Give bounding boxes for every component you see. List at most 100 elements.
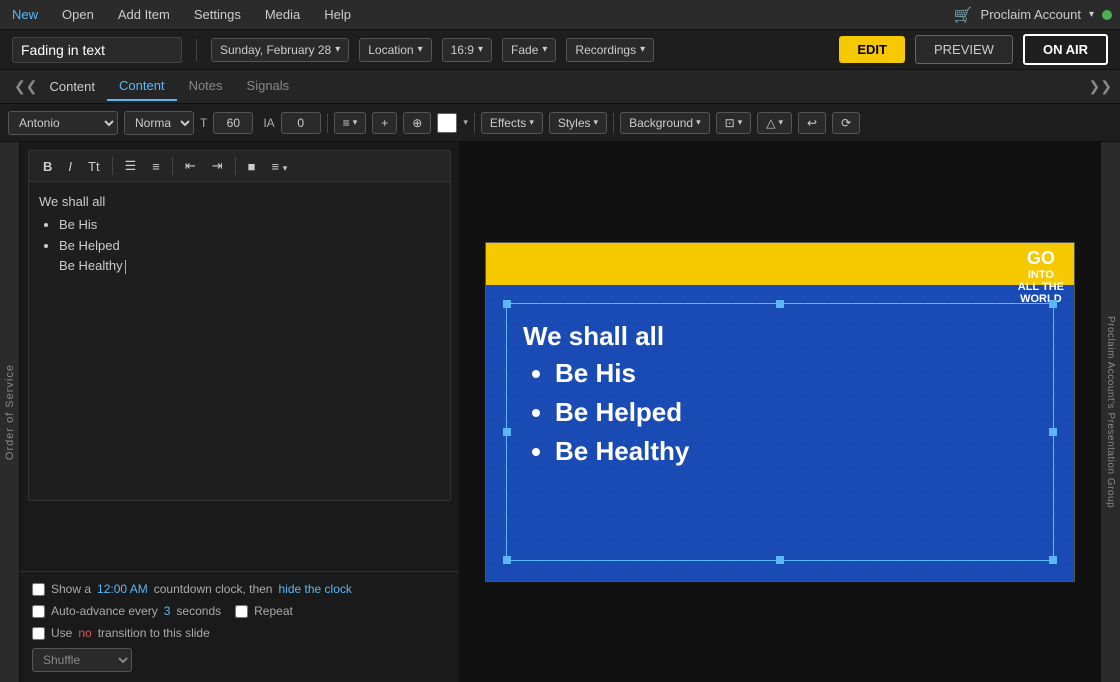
background-button[interactable]: Background ▾ [620, 112, 710, 134]
preview-button[interactable]: PREVIEW [915, 35, 1013, 64]
collapse-left-button[interactable]: ❮❮ [8, 76, 43, 97]
sync-icon: ⟳ [841, 116, 851, 130]
bold-button[interactable]: B [37, 156, 58, 177]
transition-row: Use no transition to this slide [32, 626, 447, 640]
shuffle-select[interactable]: Shuffle [32, 648, 132, 672]
tab-content[interactable]: Content [107, 72, 177, 101]
separator [327, 113, 328, 133]
line-height-input[interactable] [281, 112, 321, 134]
countdown-hide-link[interactable]: hide the clock [278, 582, 351, 596]
countdown-time[interactable]: 12:00 AM [97, 582, 148, 596]
aspect-dropdown[interactable]: 16:9 ▾ [442, 38, 492, 62]
separator2 [172, 157, 173, 175]
sync-button[interactable]: ⟳ [832, 112, 860, 134]
text-align-chevron: ▾ [283, 163, 288, 173]
separator [112, 157, 113, 175]
slide-bullet-2: Be Helped [555, 393, 1037, 432]
date-dropdown[interactable]: Sunday, February 28 ▾ [211, 38, 349, 62]
shape-button[interactable]: △ ▾ [757, 112, 792, 134]
insert-button[interactable]: ⊕ [403, 112, 431, 134]
countdown-checkbox[interactable] [32, 583, 45, 596]
slide-text-box[interactable]: We shall all Be His Be Helped Be Healthy [506, 303, 1054, 561]
menu-help[interactable]: Help [320, 5, 355, 24]
undo-button[interactable]: ↩ [798, 112, 826, 134]
logo-into: INTO [1018, 269, 1064, 281]
highlight-button[interactable]: ■ [242, 156, 262, 177]
location-dropdown[interactable]: Location ▾ [359, 38, 431, 62]
account-label[interactable]: Proclaim Account [981, 7, 1081, 22]
chevron-down-icon: ▾ [1089, 9, 1094, 20]
color-chevron: ▾ [463, 117, 468, 128]
crop-button[interactable]: ⊡ ▾ [716, 112, 752, 134]
align-chevron: ▾ [353, 117, 358, 128]
on-air-button[interactable]: ON AIR [1023, 34, 1108, 65]
autoadvance-row: Auto-advance every 3 seconds Repeat [32, 604, 447, 618]
slide-bullet-list: Be His Be Helped Be Healthy [523, 354, 1037, 471]
slide-preview[interactable]: GO INTO ALL THE WORLD We shall all Be Hi… [485, 242, 1075, 582]
cart-icon[interactable]: 🛒 [954, 6, 973, 24]
handle-tr[interactable] [1049, 300, 1057, 308]
transition-checkbox[interactable] [32, 627, 45, 640]
handle-br[interactable] [1049, 556, 1057, 564]
separator3 [613, 113, 614, 133]
menu-new[interactable]: New [8, 5, 42, 24]
text-bullet3: Be Healthy [59, 256, 440, 277]
right-sidebar-label[interactable]: Proclaim Account's Presentation Group [1104, 316, 1117, 508]
italic-button[interactable]: I [62, 156, 78, 177]
menu-add-item[interactable]: Add Item [114, 5, 174, 24]
highlight-icon: ■ [248, 159, 256, 174]
tab-notes[interactable]: Notes [177, 72, 235, 101]
separator3 [235, 157, 236, 175]
collapse-right-button[interactable]: ❯❯ [1089, 78, 1112, 95]
order-of-service-label[interactable]: Order of Service [4, 364, 16, 460]
handle-mid-top[interactable] [776, 300, 784, 308]
menu-media[interactable]: Media [261, 5, 304, 24]
panel-label: Content [49, 79, 95, 94]
text-bullet1: Be His [59, 215, 440, 236]
autoadvance-checkbox[interactable] [32, 605, 45, 618]
slide-bullet-3: Be Healthy [555, 432, 1037, 471]
menu-settings[interactable]: Settings [190, 5, 245, 24]
shuffle-row: Shuffle [32, 648, 447, 672]
indent-less-button[interactable]: ⇤ [179, 155, 202, 177]
autoadvance-seconds[interactable]: 3 [164, 604, 171, 618]
add-button[interactable]: + [372, 112, 397, 134]
repeat-checkbox[interactable] [235, 605, 248, 618]
recordings-dropdown[interactable]: Recordings ▾ [566, 38, 654, 62]
smallcaps-button[interactable]: Tt [82, 156, 106, 177]
handle-mid-left[interactable] [503, 428, 511, 436]
font-select[interactable]: Antonio [8, 111, 118, 135]
fade-dropdown[interactable]: Fade ▾ [502, 38, 556, 62]
handle-mid-right[interactable] [1049, 428, 1057, 436]
shape-chevron: ▾ [778, 117, 783, 128]
bullet-list-button[interactable]: ☰ [119, 155, 143, 177]
text-align-button[interactable]: ≡ ▾ [266, 156, 294, 177]
align-button[interactable]: ≡ ▾ [334, 112, 367, 134]
menu-bar: New Open Add Item Settings Media Help 🛒 … [0, 0, 1120, 30]
handle-mid-bottom[interactable] [776, 556, 784, 564]
color-swatch[interactable] [437, 113, 457, 133]
indent-more-button[interactable]: ⇥ [206, 155, 229, 177]
numbered-list-button[interactable]: ≡ [146, 156, 166, 177]
tab-signals[interactable]: Signals [235, 72, 302, 101]
autoadvance-unit: seconds [176, 604, 221, 618]
account-area: 🛒 Proclaim Account ▾ [954, 6, 1112, 24]
styles-button[interactable]: Styles ▾ [549, 112, 607, 134]
transition-no-link[interactable]: no [78, 626, 91, 640]
indent-less-icon: ⇤ [185, 158, 196, 173]
font-size-input[interactable] [213, 112, 253, 134]
background-chevron: ▾ [696, 117, 701, 128]
handle-tl[interactable] [503, 300, 511, 308]
handle-bl[interactable] [503, 556, 511, 564]
menu-open[interactable]: Open [58, 5, 98, 24]
effects-button[interactable]: Effects ▾ [481, 112, 543, 134]
style-select[interactable]: Normal [124, 111, 194, 135]
styles-label: Styles [558, 116, 591, 130]
insert-icon: ⊕ [412, 116, 422, 130]
autoadvance-text: Auto-advance every [51, 604, 158, 618]
crop-chevron: ▾ [738, 117, 743, 128]
edit-button[interactable]: EDIT [839, 36, 905, 63]
text-area[interactable]: We shall all Be His Be Helped Be Healthy [28, 181, 451, 501]
logo-go: GO [1018, 249, 1064, 269]
slide-title-input[interactable] [12, 37, 182, 63]
